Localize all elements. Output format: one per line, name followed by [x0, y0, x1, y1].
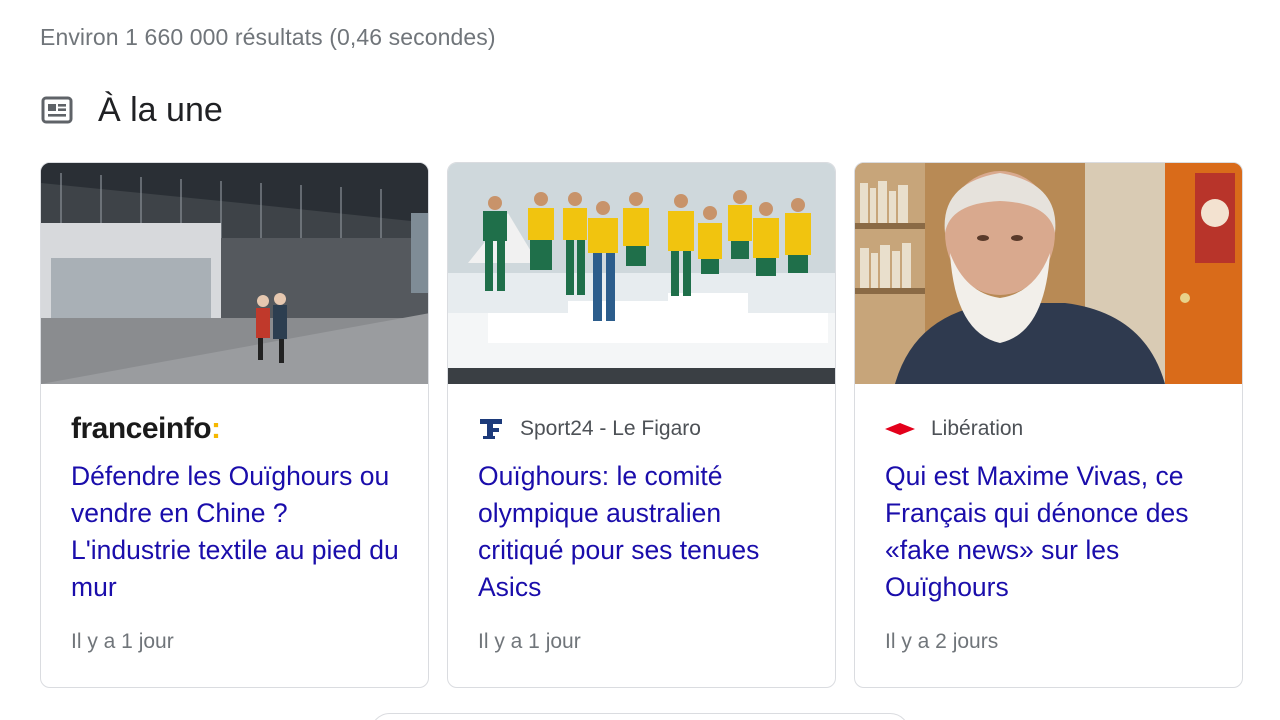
news-source-name: Libération [931, 417, 1024, 440]
news-timestamp: Il y a 1 jour [478, 630, 581, 653]
result-stats: Environ 1 660 000 résultats (0,46 second… [40, 24, 496, 50]
news-source: franceinfo: [71, 409, 221, 449]
page: Environ 1 660 000 résultats (0,46 second… [0, 0, 1280, 720]
news-source: Sport24 - Le Figaro [478, 409, 701, 449]
news-source: Libération [885, 409, 1023, 449]
news-headline-link[interactable]: Qui est Maxime Vivas, ce Français qui dé… [885, 458, 1215, 606]
news-card[interactable]: Sport24 - Le Figaro Ouïghours: le comité… [447, 162, 836, 688]
newspaper-icon [40, 93, 74, 127]
news-headline-link[interactable]: Défendre les Ouïghours ou vendre en Chin… [71, 458, 401, 606]
franceinfo-logo: franceinfo: [71, 412, 221, 446]
top-stories-header: À la une [40, 88, 223, 132]
news-timestamp: Il y a 2 jours [885, 630, 999, 653]
news-card[interactable]: franceinfo: Défendre les Ouïghours ou ve… [40, 162, 429, 688]
le-figaro-icon [478, 417, 504, 441]
top-stories-title: À la une [98, 90, 223, 129]
news-card[interactable]: Libération Qui est Maxime Vivas, ce Fran… [854, 162, 1243, 688]
franceinfo-logo-colon: : [211, 412, 221, 445]
news-source-name: Sport24 - Le Figaro [520, 417, 701, 440]
news-headline-link[interactable]: Ouïghours: le comité olympique australie… [478, 458, 808, 606]
more-news-button[interactable] [370, 713, 910, 720]
news-thumbnail [855, 163, 1242, 384]
news-thumbnail [448, 163, 835, 384]
news-thumbnail [41, 163, 428, 384]
franceinfo-logo-text: franceinfo [71, 412, 212, 445]
news-timestamp: Il y a 1 jour [71, 630, 174, 653]
liberation-icon [885, 422, 915, 436]
